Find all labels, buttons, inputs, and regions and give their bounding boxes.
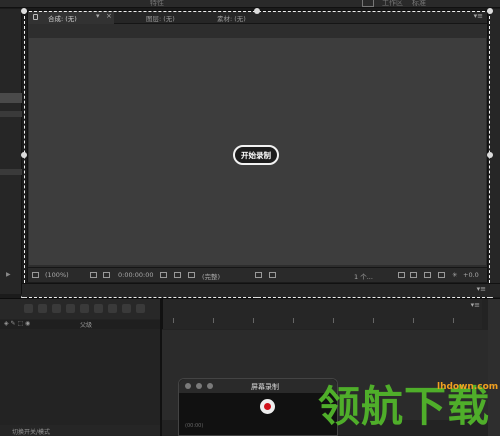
ruler-tick [333,318,334,323]
search-icon[interactable] [24,304,33,313]
frame-blend-icon[interactable] [66,304,75,313]
shy-icon[interactable] [52,304,61,313]
ruler-tick [173,318,174,323]
screen-recorder-window: 屏幕录制 (00:00) [178,378,338,436]
toggle-icon[interactable] [398,272,405,278]
panel-menu-icon[interactable]: ▾≡ [477,285,486,293]
layer-icon[interactable] [38,304,47,313]
transparency-grid-icon[interactable] [269,272,276,278]
panel-menu-icon[interactable]: ▾≡ [471,301,480,309]
current-timecode[interactable]: 0:00:00:00 [118,271,154,279]
ruler-tick [413,318,414,323]
play-icon[interactable]: ▶ [6,271,11,278]
exposure-icon[interactable]: ✳ [452,271,457,279]
panel-menu-icon[interactable]: ▾≡ [474,12,483,20]
record-dot-icon [264,403,271,410]
resize-handle-top-left[interactable] [21,8,27,14]
lock-icon[interactable] [108,304,117,313]
edit-icon[interactable] [362,0,374,7]
window-settings-icon[interactable] [207,383,213,389]
ruler-tick [293,318,294,323]
left-panel: ▶ [0,9,22,294]
left-panel-header[interactable] [0,93,22,103]
solo-icon[interactable] [122,304,131,313]
resize-handle-top-right[interactable] [487,8,493,14]
panel-footer-bar: ▾≡ [22,283,500,297]
start-recording-button[interactable]: 开始录制 [233,145,279,165]
timeline-toolbar [0,299,160,319]
record-button[interactable] [260,399,275,414]
window-close-icon[interactable] [185,383,191,389]
switches-icon[interactable]: ◈ ✎ ⬚ ◉ [4,320,30,327]
graph-editor-icon[interactable] [94,304,103,313]
toggle-switches-modes[interactable]: 切换开关/模式 [12,427,50,436]
magnify-icon[interactable] [32,272,39,278]
time-ruler[interactable]: ▾≡ [162,299,482,329]
channel-icon[interactable] [188,272,195,278]
timeline-icon[interactable] [438,272,445,278]
eye-icon[interactable] [136,304,145,313]
recorder-elapsed: (00:00) [185,423,204,429]
zoom-select[interactable]: (100%) [45,271,69,279]
resolution-select[interactable]: (完整) [202,271,220,281]
viewer-toolbar: (100%) 0:00:00:00 (完整) 1 个... ✳ +0.0 [28,267,487,282]
window-minimize-icon[interactable] [196,383,202,389]
ruler-tick [253,318,254,323]
timeline-column-header: ◈ ✎ ⬚ ◉ 父级 [0,320,160,329]
recorder-title-bar[interactable]: 屏幕录制 [179,379,337,393]
workspace-label[interactable]: 工作区 [382,0,403,8]
region-icon[interactable] [255,272,262,278]
mask-icon[interactable] [103,272,110,278]
fast-preview-icon[interactable] [424,272,431,278]
recorder-title: 屏幕录制 [251,383,279,391]
resize-handle-right[interactable] [487,152,493,158]
tab-composition[interactable]: 合成: (无) [48,13,77,23]
motion-blur-icon[interactable] [80,304,89,313]
left-panel-row[interactable] [0,169,22,175]
exposure-value[interactable]: +0.0 [463,271,479,279]
workspace-value[interactable]: 标准 [412,0,426,8]
resize-handle-top[interactable] [254,8,260,14]
chevron-down-icon[interactable]: ▾ [96,12,100,20]
ruler-tick [373,318,374,323]
pixel-icon[interactable] [410,272,417,278]
timeline-status-bar: 切换开关/模式 [0,425,160,436]
lock-icon[interactable] [33,14,38,20]
top-label-features[interactable]: 特性 [150,0,164,8]
parent-column-label[interactable]: 父级 [80,320,92,329]
grid-icon[interactable] [90,272,97,278]
view-layout-select[interactable]: 1 个... [354,271,373,281]
left-panel-row[interactable] [0,111,22,117]
resize-handle-left[interactable] [21,152,27,158]
ruler-tick [453,318,454,323]
screen: 特性 工作区 标准 ▶ 合成: (无) ▾ × 图层: (无) 素材: (无) … [0,0,500,436]
tab-layer[interactable]: 图层: (无) [146,13,175,23]
watermark-url: lhdown.com [437,382,499,392]
ruler-tick [213,318,214,323]
camera-icon[interactable] [160,272,167,278]
tab-footage[interactable]: 素材: (无) [217,13,246,23]
close-icon[interactable]: × [106,12,112,20]
app-top-bar: 特性 工作区 标准 [0,0,500,8]
color-icon[interactable] [174,272,181,278]
